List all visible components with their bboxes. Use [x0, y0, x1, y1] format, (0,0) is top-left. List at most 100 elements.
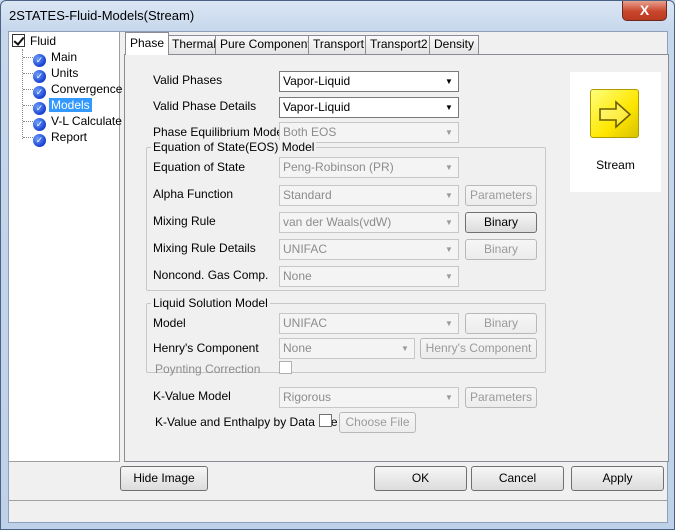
stream-arrow-icon	[590, 89, 639, 138]
dropdown-arrow-icon: ▼	[445, 191, 453, 200]
mixing-rule-select: van der Waals(vdW) ▼	[279, 212, 459, 233]
kvalue-data-file-label: K-Value and Enthalpy by Data File	[155, 415, 338, 429]
equation-of-state-value: Peng-Robinson (PR)	[283, 160, 394, 174]
mixing-rule-details-label: Mixing Rule Details	[153, 241, 256, 255]
dropdown-arrow-icon: ▼	[445, 245, 453, 254]
choose-file-button[interactable]: Choose File	[339, 412, 416, 433]
tree-item-label: Main	[51, 50, 78, 64]
phase-equilibrium-model-label: Phase Equilibrium Model	[153, 125, 286, 139]
kvalue-model-value: Rigorous	[283, 390, 332, 404]
henrys-component-value: None	[283, 341, 312, 355]
poynting-correction-checkbox[interactable]	[279, 361, 292, 374]
liquid-group-title: Liquid Solution Model	[151, 296, 270, 310]
equation-of-state-select: Peng-Robinson (PR) ▼	[279, 157, 459, 178]
mixing-details-binary-button[interactable]: Binary	[465, 239, 537, 260]
noncond-gas-select: None ▼	[279, 266, 459, 287]
liquid-model-label: Model	[153, 316, 186, 330]
check-circle-icon: ✓	[33, 134, 46, 147]
tree-item-report[interactable]: ✓ Report	[33, 130, 89, 147]
stream-arrow-graphic	[599, 100, 632, 129]
alpha-function-value: Standard	[283, 188, 332, 202]
tab-transport2[interactable]: Transport2	[365, 35, 433, 54]
tree-connector	[23, 105, 33, 106]
tree-item-models[interactable]: ✓ Models	[33, 98, 92, 115]
poynting-correction-label: Poynting Correction	[155, 362, 261, 376]
title-bar[interactable]: 2STATES-Fluid-Models(Stream) X	[1, 1, 674, 31]
tree-item-label: Report	[51, 130, 88, 144]
noncond-gas-value: None	[283, 269, 312, 283]
liquid-binary-button[interactable]: Binary	[465, 313, 537, 334]
tab-pure-component[interactable]: Pure Component	[215, 35, 316, 54]
eos-group-title: Equation of State(EOS) Model	[151, 140, 317, 154]
valid-phases-select[interactable]: Vapor-Liquid ▼	[279, 71, 459, 92]
kvalue-data-file-checkbox[interactable]	[319, 414, 332, 427]
apply-button[interactable]: Apply	[571, 466, 664, 491]
tab-phase[interactable]: Phase	[125, 32, 170, 55]
close-button[interactable]: X	[622, 1, 667, 21]
dropdown-arrow-icon: ▼	[445, 128, 453, 137]
liquid-model-value: UNIFAC	[283, 316, 328, 330]
equation-of-state-label: Equation of State	[153, 160, 246, 174]
dropdown-arrow-icon[interactable]: ▼	[440, 98, 458, 117]
tree-connector	[22, 49, 23, 139]
status-bar	[9, 500, 667, 522]
tree-connector	[23, 73, 33, 74]
phase-equilibrium-model-value: Both EOS	[283, 125, 337, 139]
alpha-function-label: Alpha Function	[153, 187, 234, 201]
tree-item-vl-calculate[interactable]: ✓ V-L Calculate	[33, 114, 124, 131]
kvalue-model-select: Rigorous ▼	[279, 387, 459, 408]
henrys-component-label: Henry's Component	[153, 341, 259, 355]
tree-item-main[interactable]: ✓ Main	[33, 50, 79, 67]
tab-density[interactable]: Density	[429, 35, 480, 54]
tab-transport[interactable]: Transport	[308, 35, 369, 54]
tree-item-label: V-L Calculate	[51, 114, 122, 128]
tree-item-label: Units	[51, 66, 79, 80]
cancel-button[interactable]: Cancel	[471, 466, 564, 491]
liquid-model-select: UNIFAC ▼	[279, 313, 459, 334]
dropdown-arrow-icon: ▼	[445, 163, 453, 172]
alpha-function-select: Standard ▼	[279, 185, 459, 206]
valid-phase-details-select[interactable]: Vapor-Liquid ▼	[279, 97, 459, 118]
alpha-parameters-button[interactable]: Parameters	[465, 185, 537, 206]
valid-phase-details-value: Vapor-Liquid	[283, 100, 351, 114]
mixing-rule-label: Mixing Rule	[153, 214, 216, 228]
checked-box-icon	[12, 34, 25, 47]
tree-connector	[23, 137, 33, 138]
kvalue-model-label: K-Value Model	[153, 389, 231, 403]
tree-item-label: Models	[49, 98, 92, 112]
dropdown-arrow-icon: ▼	[445, 272, 453, 281]
tree-root-fluid[interactable]: Fluid	[12, 34, 58, 49]
mixing-rule-value: van der Waals(vdW)	[283, 215, 392, 229]
henrys-component-select: None ▼	[279, 338, 415, 359]
henrys-component-button[interactable]: Henry's Component	[420, 338, 537, 359]
dialog-window: 2STATES-Fluid-Models(Stream) X Fluid ✓ Ma…	[0, 0, 675, 530]
mixing-rule-details-value: UNIFAC	[283, 242, 328, 256]
ok-button[interactable]: OK	[374, 466, 467, 491]
tab-thermal[interactable]: Thermal	[167, 35, 222, 54]
dropdown-arrow-icon: ▼	[445, 319, 453, 328]
tab-page-phase: Valid Phases Vapor-Liquid ▼ Valid Phase …	[124, 54, 669, 462]
noncond-gas-label: Noncond. Gas Comp.	[153, 268, 269, 282]
dropdown-arrow-icon: ▼	[445, 218, 453, 227]
tree-root-label: Fluid	[30, 34, 57, 48]
dropdown-arrow-icon: ▼	[445, 393, 453, 402]
valid-phases-label: Valid Phases	[153, 73, 223, 87]
tree-item-convergence[interactable]: ✓ Convergence	[33, 82, 124, 99]
valid-phases-value: Vapor-Liquid	[283, 74, 351, 88]
dropdown-arrow-icon: ▼	[401, 344, 409, 353]
valid-phase-details-label: Valid Phase Details	[153, 99, 257, 113]
dropdown-arrow-icon[interactable]: ▼	[440, 72, 458, 91]
kvalue-parameters-button[interactable]: Parameters	[465, 387, 537, 408]
tree-connector	[23, 57, 33, 58]
hide-image-button[interactable]: Hide Image	[120, 466, 208, 491]
window-title: 2STATES-Fluid-Models(Stream)	[9, 8, 195, 23]
tree-item-units[interactable]: ✓ Units	[33, 66, 80, 83]
image-panel: Stream	[570, 72, 661, 192]
mixing-rule-binary-button[interactable]: Binary	[465, 212, 537, 233]
tree-connector	[23, 121, 33, 122]
client-area: Fluid ✓ Main ✓ Units ✓ Convergence ✓ Models …	[8, 31, 669, 523]
mixing-rule-details-select: UNIFAC ▼	[279, 239, 459, 260]
stream-label: Stream	[596, 158, 635, 172]
tree-connector	[23, 89, 33, 90]
tree-item-label: Convergence	[51, 82, 123, 96]
